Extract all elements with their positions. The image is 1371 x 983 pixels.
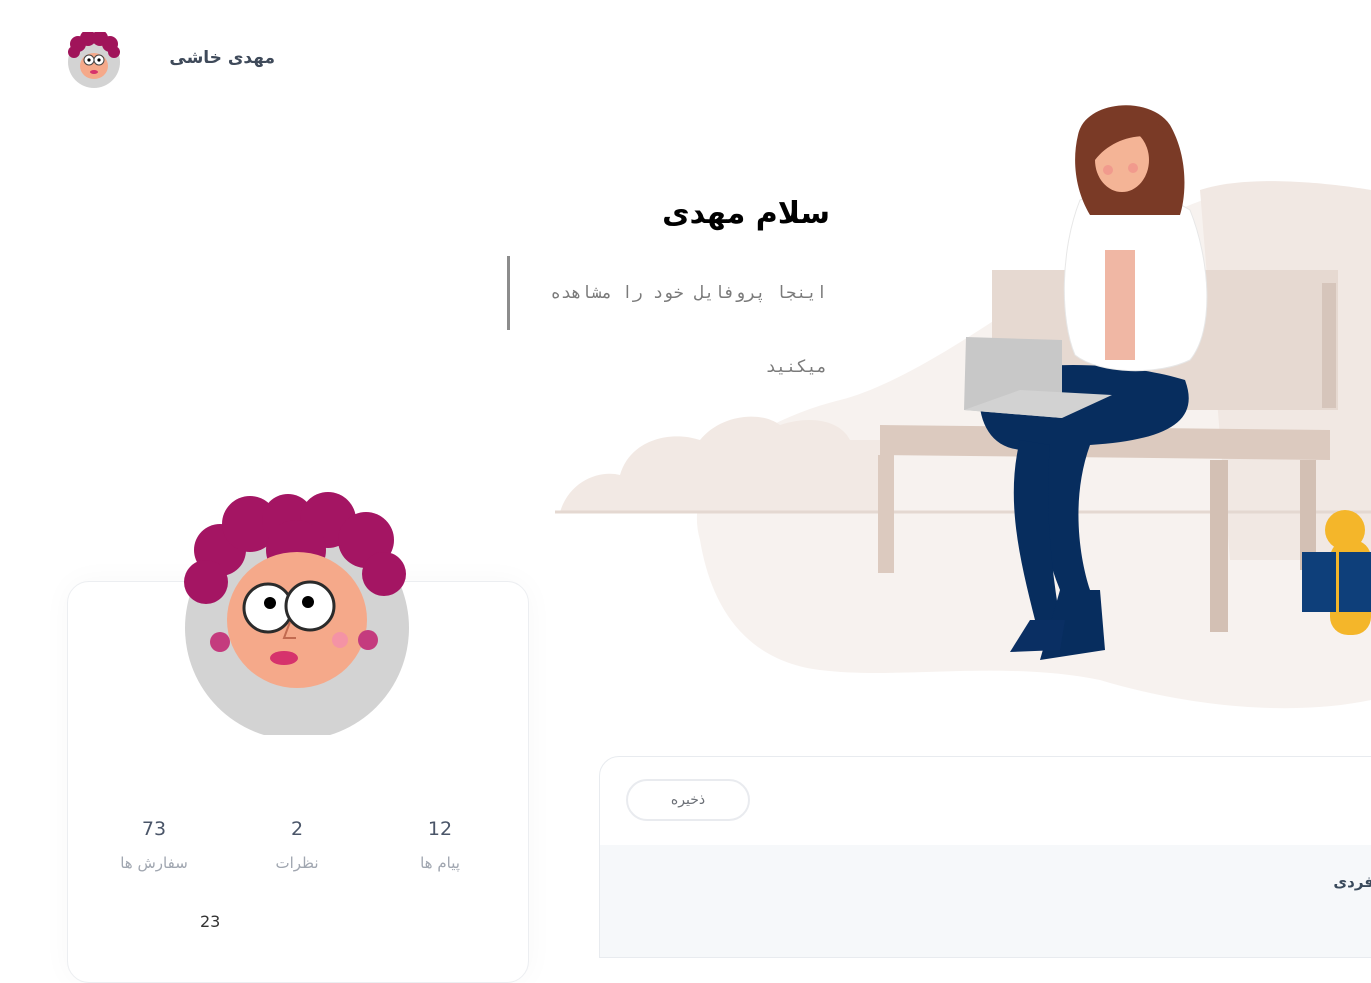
hero-illustration [555, 105, 1371, 709]
stat-orders-value: 73 [141, 818, 167, 840]
stat-comments-value: 2 [290, 818, 304, 840]
header-user-name[interactable]: مهدی خاشی [160, 48, 275, 68]
stat-comments-label: نظرات [275, 854, 319, 872]
stat-messages-label: پیام ها [420, 854, 460, 872]
section-label-personal[interactable]: فردی [1333, 873, 1371, 891]
stat-messages-value: 12 [427, 818, 453, 840]
stat-comments: 2 نظرات [237, 818, 357, 872]
header-avatar[interactable] [66, 32, 122, 88]
stat-messages: 12 پیام ها [380, 818, 500, 872]
profile-avatar[interactable] [180, 490, 415, 735]
settings-card: ذخیره فردی [599, 756, 1371, 958]
stat-orders: 73 سفارش ها [94, 818, 214, 872]
greeting-title: سلام مهدی [662, 196, 830, 231]
profile-extra-value: 23 [200, 912, 221, 931]
greeting-subtitle: اینجا پروفایل خود را مشاهده میکنید [507, 256, 829, 377]
stat-orders-label: سفارش ها [120, 854, 188, 872]
section-band: فردی [600, 845, 1371, 957]
save-button[interactable]: ذخیره [626, 779, 750, 821]
